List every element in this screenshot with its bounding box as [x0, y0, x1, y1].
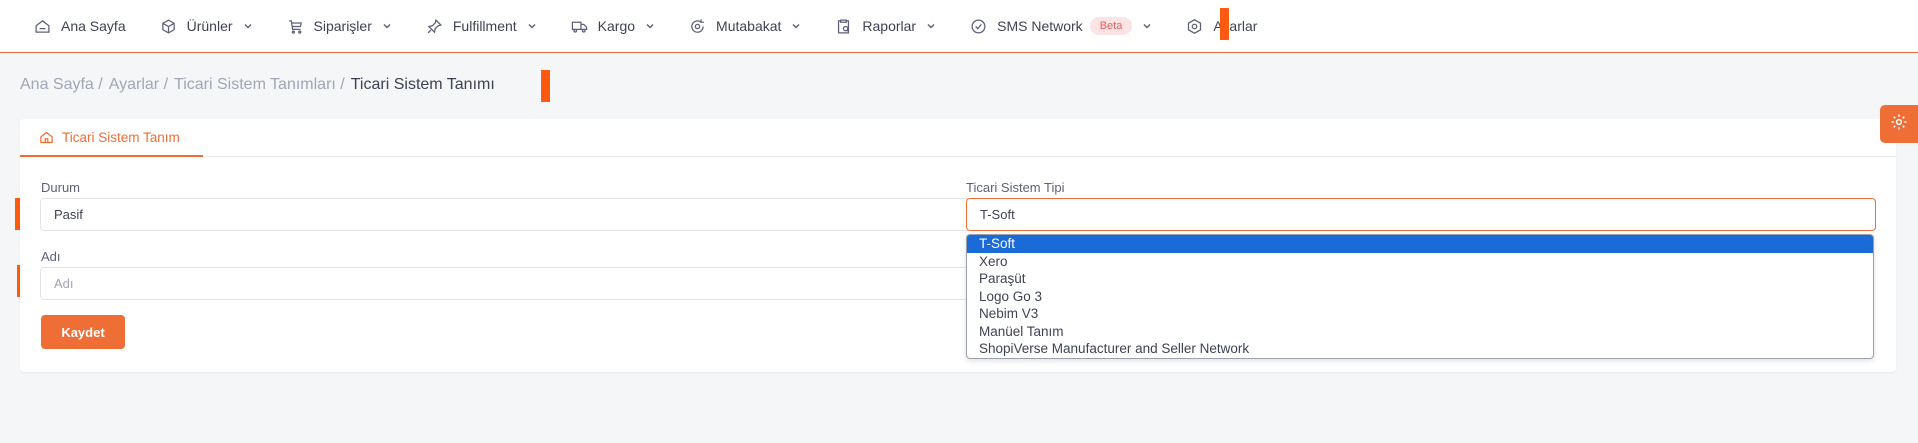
dropdown-option-shopiverse[interactable]: ShopiVerse Manufacturer and Seller Netwo… — [967, 340, 1873, 358]
highlight-marker — [1220, 8, 1229, 40]
tab-ticari-sistem-tanim[interactable]: Ticari Sistem Tanım — [20, 119, 203, 157]
system-type-label: Ticari Sistem Tipi — [966, 180, 1065, 195]
system-type-select[interactable]: T-Soft — [966, 198, 1876, 231]
nav-item-raporlar[interactable]: Raporlar — [835, 18, 936, 35]
nav-item-label: Ürünler — [186, 18, 233, 34]
dropdown-option-nebim-v3[interactable]: Nebim V3 — [967, 305, 1873, 323]
nav-item-label: Fulfillment — [452, 18, 517, 34]
breadcrumb-current: Ticari Sistem Tanımı — [350, 76, 495, 93]
tab-label: Ticari Sistem Tanım — [62, 129, 180, 145]
dropdown-option-parasut[interactable]: Paraşüt — [967, 270, 1873, 288]
system-type-dropdown: T-Soft Xero Paraşüt Logo Go 3 Nebim V3 M… — [966, 234, 1874, 359]
chevron-down-icon — [1142, 21, 1152, 31]
nav-item-sms-network[interactable]: SMS Network Beta — [970, 17, 1152, 35]
nav-item-label: SMS Network — [997, 18, 1083, 34]
dropdown-option-t-soft[interactable]: T-Soft — [967, 235, 1873, 253]
settings-toggle-button[interactable] — [1880, 105, 1918, 143]
name-label: Adı — [41, 249, 61, 264]
nav-item-kargo[interactable]: Kargo — [571, 18, 655, 35]
highlight-marker — [541, 70, 550, 102]
nav-item-label: Kargo — [597, 18, 636, 34]
breadcrumb-link-ticari-sistem-tanimlari[interactable]: Ticari Sistem Tanımları / — [174, 76, 345, 94]
home-icon — [39, 130, 54, 145]
gear-icon — [1890, 113, 1908, 136]
chevron-down-icon — [382, 21, 392, 31]
chevron-down-icon — [645, 21, 655, 31]
chevron-down-icon — [527, 21, 537, 31]
nav-item-siparisler[interactable]: Siparişler — [287, 18, 392, 35]
hexagon-gear-icon — [1186, 18, 1203, 35]
sync-icon — [689, 18, 706, 35]
tab-bar: Ticari Sistem Tanım — [20, 119, 1896, 157]
nav-item-label: Raporlar — [862, 18, 917, 34]
nav-item-label: Mutabakat — [716, 18, 782, 34]
nav-item-ana-sayfa[interactable]: Ana Sayfa — [34, 18, 126, 35]
pin-icon — [426, 18, 443, 35]
box-icon — [160, 18, 177, 35]
nav-item-label: Siparişler — [313, 18, 372, 34]
cart-icon — [287, 18, 304, 35]
chevron-down-icon — [243, 21, 253, 31]
status-label: Durum — [41, 180, 81, 195]
breadcrumb: Ana Sayfa / Ayarlar / Ticari Sistem Tanı… — [20, 76, 501, 94]
breadcrumb-link-ana-sayfa[interactable]: Ana Sayfa / — [20, 76, 103, 94]
status-select[interactable]: Pasif — [40, 198, 971, 231]
nav-item-mutabakat[interactable]: Mutabakat — [689, 18, 801, 35]
clipboard-icon — [835, 18, 852, 35]
top-navigation: Ana Sayfa Ürünler Siparişler Fulfillment… — [0, 0, 1918, 53]
chevron-down-icon — [791, 21, 801, 31]
dropdown-option-logo-go-3[interactable]: Logo Go 3 — [967, 288, 1873, 306]
dropdown-option-xero[interactable]: Xero — [967, 253, 1873, 271]
nav-item-label: Ana Sayfa — [61, 18, 126, 34]
save-button[interactable]: Kaydet — [41, 315, 125, 349]
truck-icon — [571, 18, 588, 35]
home-icon — [34, 18, 51, 35]
nav-item-urunler[interactable]: Ürünler — [160, 18, 253, 35]
chevron-down-icon — [926, 21, 936, 31]
check-circle-icon — [970, 18, 987, 35]
beta-badge: Beta — [1089, 17, 1133, 35]
name-input[interactable]: Adı — [40, 267, 971, 300]
nav-item-fulfillment[interactable]: Fulfillment — [426, 18, 537, 35]
dropdown-option-manuel-tanim[interactable]: Manüel Tanım — [967, 323, 1873, 341]
breadcrumb-link-ayarlar[interactable]: Ayarlar / — [109, 76, 168, 94]
